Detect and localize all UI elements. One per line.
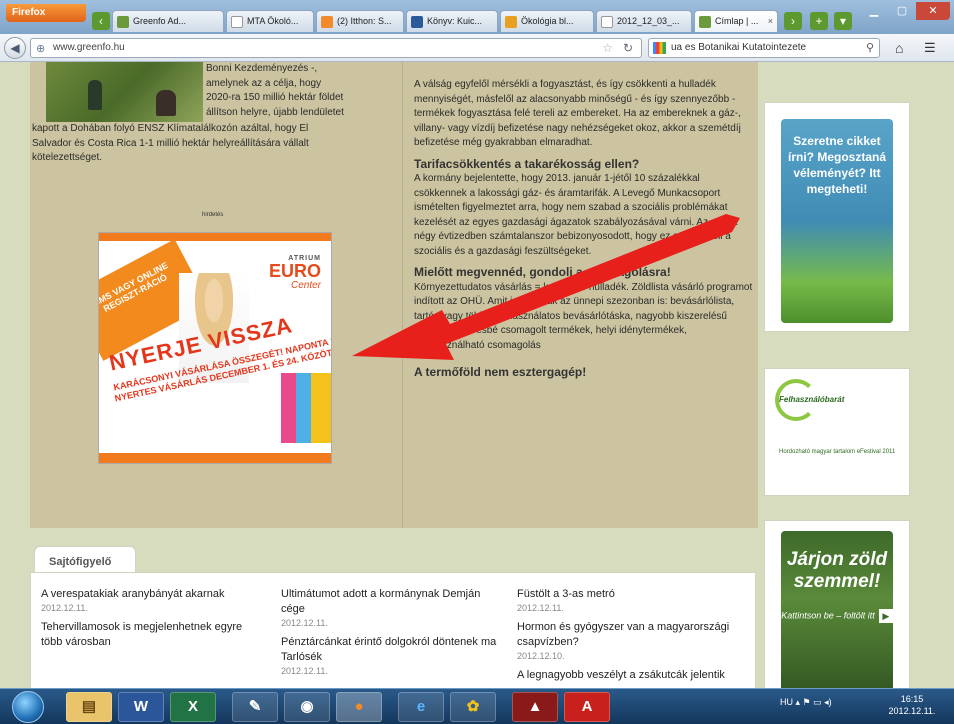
main-column: Bonni Kezdeményezés -, amelynek az a cél… [30, 62, 758, 528]
press-column: Füstölt a 3-as metró 2012.12.11. Hormon é… [517, 587, 737, 688]
euro-center-logo: ATRIUM EURO Center [268, 255, 321, 291]
back-button[interactable]: ◀ [4, 37, 26, 59]
greenfo-favicon-icon [117, 16, 129, 28]
presentation-icon[interactable]: ▲ [512, 692, 558, 722]
press-item[interactable]: Hormon és gyógyszer van a magyarországi … [517, 620, 737, 662]
tab-list-button[interactable]: ▾ [834, 12, 852, 30]
firefox-menu-button[interactable]: Firefox [6, 4, 86, 22]
greenfo-favicon-icon [699, 16, 711, 28]
press-item[interactable]: Ultimátumot adott a kormánynak Demján cé… [281, 587, 501, 629]
tab-label: Címlap | ... [715, 16, 759, 26]
press-column: Ultimátumot adott a kormánynak Demján cé… [281, 587, 501, 683]
page-favicon-icon [231, 16, 243, 28]
tab-greenfo[interactable]: Greenfo Ad... [112, 10, 224, 32]
language-indicator: HU [780, 697, 793, 707]
paint-icon[interactable]: ✿ [450, 692, 496, 722]
close-tab-icon[interactable]: × [768, 16, 773, 26]
start-button[interactable] [12, 691, 44, 723]
url-text: www.greenfo.hu [53, 42, 125, 53]
tab-konyv[interactable]: Könyv: Kuic... [406, 10, 498, 32]
red-arrow-annotation [352, 214, 740, 360]
tab-okologia[interactable]: Ökológia bl... [500, 10, 594, 32]
home-icon[interactable]: ⌂ [895, 40, 903, 56]
reload-icon[interactable]: ↻ [623, 41, 633, 55]
minimize-icon[interactable]: ▁ [860, 2, 888, 20]
page-favicon-icon [601, 16, 613, 28]
tools-icon[interactable]: ✎ [232, 692, 278, 722]
maximize-icon[interactable]: ▢ [888, 2, 916, 20]
excel-icon[interactable]: X [170, 692, 216, 722]
press-review-panel: A verespatakiak aranybányát akarnak 2012.… [30, 572, 756, 688]
page-content: Bonni Kezdeményezés -, amelynek az a cél… [0, 62, 954, 688]
press-item[interactable]: Tehervillamosok is megjelenhetnek egyre … [41, 620, 261, 650]
play-arrow-icon: ▶ [878, 609, 893, 623]
clock[interactable]: 16:15 2012.12.11. [880, 693, 944, 717]
bookmark-star-icon[interactable]: ☆ [602, 41, 613, 55]
search-icon[interactable]: ⚲ [866, 41, 874, 54]
search-bar[interactable]: ua es Botanikai Kutatointezete ⚲ [648, 38, 880, 58]
file-explorer-icon[interactable]: ▤ [66, 692, 112, 722]
efestival-banner[interactable]: Felhasználóbarát Hordozható magyar tarta… [764, 368, 910, 496]
press-item[interactable]: A verespatakiak aranybányát akarnak 2012.… [41, 587, 261, 614]
press-column: A verespatakiak aranybányát akarnak 2012.… [41, 587, 261, 656]
tab-label: (2) Itthon: S... [337, 16, 392, 26]
tab-scroll-left-button[interactable]: ‹ [92, 12, 110, 30]
page-favicon-icon [411, 16, 423, 28]
banner-cta: Kattintson be – foltölt itt ▶ [781, 609, 893, 623]
article-photo[interactable] [46, 62, 203, 122]
firefox-icon[interactable]: ● [336, 692, 382, 722]
lead-text: kapott a Dohában folyó ENSZ Klímatalálko… [32, 123, 309, 163]
press-item[interactable]: Pénztárcánkat érintő dolgokról döntenek … [281, 635, 501, 677]
tab-itthon[interactable]: (2) Itthon: S... [316, 10, 404, 32]
internet-explorer-icon[interactable]: e [398, 692, 444, 722]
tab-2012-12-03[interactable]: 2012_12_03_... [596, 10, 692, 32]
green-eyes-banner[interactable]: Járjon zöld szemmel! Kattintson be – fol… [764, 520, 910, 688]
press-item[interactable]: Füstölt a 3-as metró 2012.12.11. [517, 587, 737, 614]
clock-date: 2012.12.11. [888, 706, 936, 716]
tab-label: 2012_12_03_... [617, 16, 680, 26]
write-article-text: Szeretne cikket írni? Megosztaná vélemén… [781, 119, 893, 323]
article-body: A válság egyfelől mérsékli a fogyasztást… [414, 79, 741, 148]
euro-center-advert[interactable]: SMS VAGY ONLINE REGISZT-RÁCIÓ ATRIUM EUR… [98, 232, 332, 464]
tab-label: Ökológia bl... [521, 16, 574, 26]
banner-subtitle: Hordozható magyar tartalom eFestival 201… [779, 449, 896, 455]
ad-top-bar [99, 233, 331, 241]
system-tray[interactable]: HU ▴ ⚑ ▭ ◂) [780, 697, 832, 708]
page-favicon-icon [321, 16, 333, 28]
lead-text-right: Bonni Kezdeményezés -, amelynek az a cél… [206, 63, 344, 118]
pdf-reader-icon[interactable]: A [564, 692, 610, 722]
tab-scroll-right-button[interactable]: › [784, 12, 802, 30]
close-window-icon[interactable]: ✕ [916, 2, 950, 20]
ad-bottom-bar [99, 453, 331, 463]
word-icon[interactable]: W [118, 692, 164, 722]
new-tab-button[interactable]: + [810, 12, 828, 30]
page-favicon-icon [505, 16, 517, 28]
banner-headline: Járjon zöld szemmel! [786, 549, 888, 592]
tab-mta[interactable]: MTA Ökoló... [226, 10, 314, 32]
tab-label: MTA Ökoló... [247, 16, 299, 26]
navigation-bar: ◀ ⊕ www.greenfo.hu ☆ ↻ ua es Botanikai K… [0, 34, 954, 62]
banner-title: Felhasználóbarát [779, 395, 845, 404]
browser-tab-bar: Firefox ‹ Greenfo Ad... MTA Ökoló... (2)… [0, 0, 954, 34]
tab-label: Könyv: Kuic... [427, 16, 483, 26]
search-text: ua es Botanikai Kutatointezete [671, 42, 807, 53]
clock-time: 16:15 [900, 694, 924, 704]
windows-taskbar: ▤ W X ✎ ◉ ● e ✿ ▲ A HU ▴ ⚑ ▭ ◂) 16:15 20… [0, 688, 954, 724]
bookmarks-menu-icon[interactable]: ☰ [924, 40, 936, 56]
write-article-banner[interactable]: Szeretne cikket írni? Megosztaná vélemén… [764, 102, 910, 332]
press-item[interactable]: A legnagyobb veszélyt a zsákutcák jelent… [517, 668, 737, 683]
media-icon[interactable]: ◉ [284, 692, 330, 722]
url-bar[interactable]: ⊕ www.greenfo.hu ☆ ↻ [30, 38, 642, 58]
globe-icon: ⊕ [36, 43, 46, 55]
tab-cimlap[interactable]: Címlap | ... × [694, 10, 778, 32]
advert-label: hirdetés [202, 212, 224, 218]
tab-label: Greenfo Ad... [133, 16, 187, 26]
article-title-link[interactable]: Tarifacsökkentés a takarékosság ellen? [414, 157, 754, 172]
shopping-bags-image [281, 373, 331, 443]
search-engine-icon[interactable] [653, 42, 666, 54]
